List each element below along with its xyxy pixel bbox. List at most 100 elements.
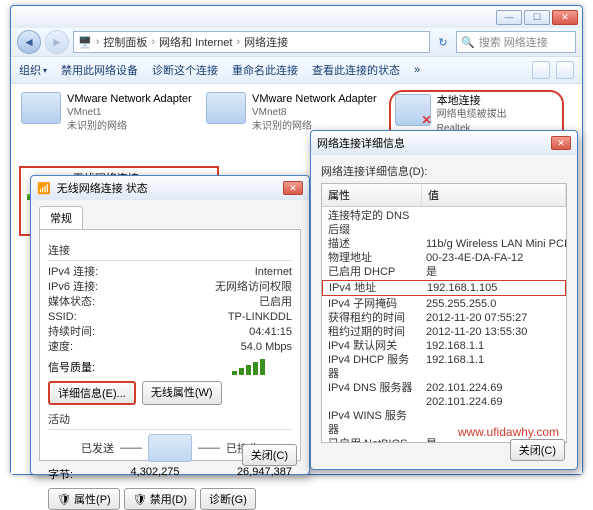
back-button[interactable]: ◄	[17, 30, 41, 54]
adapter-icon	[21, 92, 61, 124]
search-icon: 🔍	[461, 36, 475, 49]
value-cell: 202.101.224.69	[422, 381, 566, 395]
property-cell: IPv4 子网掩码	[322, 297, 422, 311]
table-row[interactable]: 描述11b/g Wireless LAN Mini PCI Ex	[322, 237, 566, 251]
refresh-icon[interactable]: ↻	[434, 33, 452, 51]
sent-label: 已发送	[81, 440, 114, 456]
help-icon[interactable]	[556, 61, 574, 79]
table-row[interactable]: 202.101.224.69	[322, 395, 566, 409]
value-cell: 202.101.224.69	[422, 395, 566, 409]
property-cell: 物理地址	[322, 251, 422, 265]
property-cell: 连接特定的 DNS 后缀	[322, 209, 422, 237]
bc-l2[interactable]: 网络连接	[244, 34, 288, 50]
view-icon[interactable]	[532, 61, 550, 79]
property-cell: 已启用 NetBIOS ove...	[322, 437, 422, 443]
wifi-status-dialog: 📶 无线网络连接 状态 ✕ 常规 连接 IPv4 连接:Internet IPv…	[30, 175, 310, 475]
table-row[interactable]: IPv4 DHCP 服务器192.168.1.1	[322, 353, 566, 381]
adapter-icon	[395, 94, 431, 126]
adapter-name: VMware Network Adapter	[67, 92, 192, 106]
close-button[interactable]: 关闭(C)	[510, 439, 565, 461]
ssid-value: TP-LINKDDL	[228, 310, 292, 325]
toolbar: 组织▾ 禁用此网络设备 诊断这个连接 重命名此连接 查看此连接的状态 »	[11, 56, 582, 84]
search-input[interactable]: 🔍 搜索 网络连接	[456, 31, 576, 53]
table-row[interactable]: 获得租约的时间2012-11-20 07:55:27	[322, 311, 566, 325]
tb-rename[interactable]: 重命名此连接	[232, 62, 298, 78]
breadcrumb[interactable]: 🖥️ › 控制面板 › 网络和 Internet › 网络连接	[73, 31, 430, 53]
search-placeholder: 搜索 网络连接	[479, 34, 548, 50]
wireless-props-button[interactable]: 无线属性(W)	[142, 381, 222, 405]
tb-more[interactable]: »	[414, 64, 420, 76]
adapter-name: VMware Network Adapter	[252, 92, 377, 106]
bytes-label: 字节:	[48, 466, 73, 482]
duration-value: 04:41:15	[249, 325, 292, 340]
close-button[interactable]: ✕	[552, 10, 578, 25]
table-row[interactable]: 物理地址00-23-4E-DA-FA-12	[322, 251, 566, 265]
table-row[interactable]: IPv4 默认网关192.168.1.1	[322, 339, 566, 353]
dialog-titlebar: 网络连接详细信息 ✕	[311, 131, 577, 155]
hdr-value[interactable]: 值	[422, 184, 566, 206]
table-row[interactable]: 已启用 DHCP是	[322, 265, 566, 279]
minimize-button[interactable]: —	[496, 10, 522, 25]
adapter-sub1: VMnet8	[252, 106, 377, 120]
signal-icon: 📶	[37, 182, 51, 195]
tb-diagnose[interactable]: 诊断这个连接	[152, 62, 218, 78]
property-cell: 已启用 DHCP	[322, 265, 422, 279]
adapter-name: 本地连接	[437, 94, 558, 108]
value-cell: 2012-11-20 13:55:30	[422, 325, 566, 339]
property-cell: IPv4 DHCP 服务器	[322, 353, 422, 381]
diagnose-button[interactable]: 诊断(G)	[200, 488, 256, 510]
table-row[interactable]: IPv4 子网掩码255.255.255.0	[322, 297, 566, 311]
ipv6-label: IPv6 连接:	[48, 280, 98, 295]
table-row[interactable]: 连接特定的 DNS 后缀	[322, 209, 566, 237]
properties-button[interactable]: 🛡 属性(P)	[48, 488, 120, 510]
close-button[interactable]: 关闭(C)	[242, 444, 297, 466]
value-cell: 11b/g Wireless LAN Mini PCI Ex	[422, 237, 566, 251]
ipv6-value: 无网络访问权限	[215, 280, 292, 295]
table-row[interactable]: 租约过期的时间2012-11-20 13:55:30	[322, 325, 566, 339]
value-cell: 255.255.255.0	[422, 297, 566, 311]
property-cell: 描述	[322, 237, 422, 251]
hdr-property[interactable]: 属性	[322, 184, 422, 206]
value-cell: 192.168.1.1	[422, 339, 566, 353]
watermark: www.ufidawhy.com	[458, 425, 559, 439]
value-cell: 00-23-4E-DA-FA-12	[422, 251, 566, 265]
details-table: 属性 值 连接特定的 DNS 后缀描述11b/g Wireless LAN Mi…	[321, 183, 567, 443]
activity-icon	[148, 434, 192, 462]
property-cell	[322, 395, 422, 409]
section-connection: 连接	[48, 242, 292, 258]
sent-value: 4,302,275	[131, 466, 180, 482]
dialog-title: 网络连接详细信息	[317, 135, 405, 151]
value-cell: 是	[422, 265, 566, 279]
forward-button[interactable]: ►	[45, 30, 69, 54]
disable-button[interactable]: 🛡 禁用(D)	[124, 488, 196, 510]
adapter-vmnet1[interactable]: VMware Network Adapter VMnet1 未识别的网络	[19, 90, 194, 154]
property-cell: 租约过期的时间	[322, 325, 422, 339]
tb-organize[interactable]: 组织▾	[19, 62, 47, 78]
nav-row: ◄ ► 🖥️ › 控制面板 › 网络和 Internet › 网络连接 ↻ 🔍 …	[11, 28, 582, 56]
adapter-sub1: 网络电缆被拔出	[437, 108, 558, 122]
signal-bars	[232, 359, 292, 375]
maximize-button[interactable]: ☐	[524, 10, 550, 25]
dialog-title: 无线网络连接 状态	[57, 180, 148, 196]
details-button[interactable]: 详细信息(E)...	[48, 381, 136, 405]
table-row[interactable]: IPv4 DNS 服务器202.101.224.69	[322, 381, 566, 395]
property-cell: IPv4 DNS 服务器	[322, 381, 422, 395]
adapter-icon	[206, 92, 246, 124]
ipv4-value: Internet	[255, 265, 292, 280]
bc-root[interactable]: 控制面板	[103, 34, 147, 50]
tab-general[interactable]: 常规	[39, 206, 83, 229]
close-button[interactable]: ✕	[551, 136, 571, 150]
adapter-sub2: 未识别的网络	[67, 120, 192, 134]
media-value: 已启用	[259, 295, 292, 310]
dialog-titlebar: 📶 无线网络连接 状态 ✕	[31, 176, 309, 200]
network-details-dialog: 网络连接详细信息 ✕ 网络连接详细信息(D): 属性 值 连接特定的 DNS 后…	[310, 130, 578, 470]
ssid-label: SSID:	[48, 310, 77, 325]
table-row[interactable]: IPv4 地址192.168.1.105	[322, 280, 566, 296]
tb-status[interactable]: 查看此连接的状态	[312, 62, 400, 78]
duration-label: 持续时间:	[48, 325, 95, 340]
close-button[interactable]: ✕	[283, 181, 303, 195]
bc-l1[interactable]: 网络和 Internet	[159, 34, 232, 50]
speed-label: 速度:	[48, 340, 73, 355]
tb-disable[interactable]: 禁用此网络设备	[61, 62, 138, 78]
property-cell: IPv4 默认网关	[322, 339, 422, 353]
